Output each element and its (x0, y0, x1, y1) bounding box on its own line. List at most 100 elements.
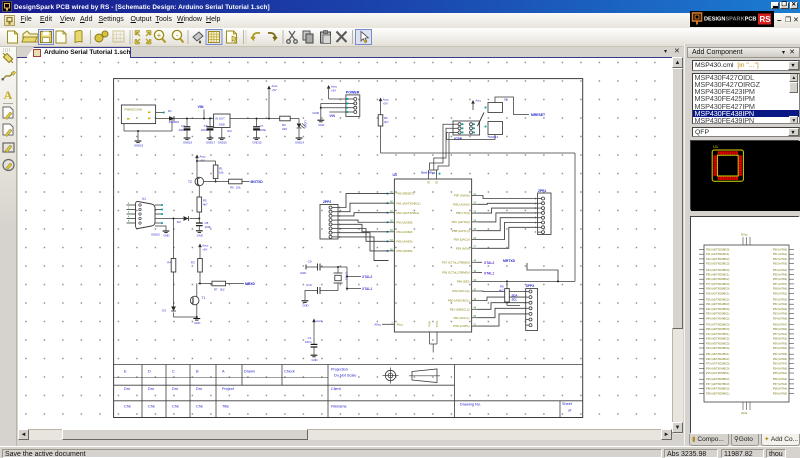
svg-text:Filename: Filename (331, 405, 347, 409)
svg-text:P59 (A/TA1): P59 (A/TA1) (773, 291, 787, 295)
svg-text:Drn: Drn (148, 387, 154, 391)
svg-text:P58 (A/TA4): P58 (A/TA4) (773, 387, 787, 391)
svg-text:4k7: 4k7 (499, 289, 504, 293)
svg-text:of: of (568, 409, 572, 413)
svg-text:T1: T1 (202, 296, 206, 300)
svg-text:P50 (A/TA2): P50 (A/TA2) (773, 298, 787, 302)
svg-text:GND: GND (312, 111, 320, 115)
svg-text:Check: Check (284, 370, 295, 374)
svg-text:P66 (A6/TXD6/BC2): P66 (A6/TXD6/BC2) (706, 277, 729, 281)
svg-text:GND: GND (318, 123, 324, 127)
svg-text:P15 (A1/TXD5/BC1): P15 (A1/TXD5/BC1) (706, 371, 729, 375)
svg-text:GND15: GND15 (253, 141, 262, 145)
svg-text:P5B (A3/TL)(I: P5B (A3/TL)(I (452, 229, 470, 233)
svg-text:P64 (A6/TXD4/BC2): P64 (A6/TXD4/BC2) (706, 316, 729, 320)
svg-text:P11 (A1/TXD1/BC1): P11 (A1/TXD1/BC1) (706, 252, 729, 256)
svg-text:XTAL2: XTAL2 (362, 275, 372, 279)
svg-text:D3: D3 (162, 309, 166, 313)
svg-text:2PP3: 2PP3 (526, 284, 534, 288)
svg-text:AVcc: AVcc (374, 322, 381, 326)
svg-text:VIN: VIN (198, 105, 204, 109)
svg-text:P75 (A7/TXD5/BC3): P75 (A7/TXD5/BC3) (706, 323, 729, 327)
svg-text:100u: 100u (260, 128, 267, 132)
svg-text:Avcc: Avcc (316, 319, 323, 323)
svg-text:P55 (A/TA1): P55 (A/TA1) (773, 371, 787, 375)
svg-text:+5V: +5V (331, 88, 336, 92)
svg-text:P17 (A1/TXD7/BC1): P17 (A1/TXD7/BC1) (706, 332, 729, 336)
svg-text:P00 (A0/TXD0/BC0): P00 (A0/TXD0/BC0) (706, 248, 729, 252)
svg-text:GND16: GND16 (218, 141, 227, 145)
svg-text:P58 (A/TA2): P58 (A/TA2) (773, 337, 787, 341)
svg-text:P28 (A2/TXD8/BC2): P28 (A2/TXD8/BC2) (706, 337, 729, 341)
svg-text:P58 (A/TA0): P58 (A/TA0) (773, 287, 787, 291)
svg-text:P55 (A/TA7): P55 (A/TA7) (773, 323, 787, 327)
svg-text:IC2: IC2 (227, 129, 232, 133)
svg-text:T2: T2 (188, 180, 192, 184)
svg-text:Projection: Projection (331, 368, 348, 372)
svg-text:D2: D2 (177, 220, 181, 224)
svg-text:VIN: VIN (329, 114, 335, 118)
svg-text:P53 (A/TA7): P53 (A/TA7) (773, 362, 787, 366)
svg-text:ICSP: ICSP (454, 137, 463, 141)
svg-text:MRESET: MRESET (531, 113, 546, 117)
svg-text:P64 (A3/D2): P64 (A3/D2) (397, 230, 413, 234)
svg-text:P51 (A/TA3): P51 (A/TA3) (773, 302, 787, 306)
svg-text:+: + (157, 31, 162, 40)
svg-text:RS: RS (760, 15, 772, 24)
svg-text:100n: 100n (201, 128, 208, 132)
svg-text:1N4004: 1N4004 (169, 120, 180, 124)
svg-text:-: - (176, 31, 179, 40)
svg-text:C: C (172, 370, 175, 374)
svg-text:P6A (SCLKp): P6A (SCLKp) (452, 289, 469, 293)
svg-text:10k: 10k (219, 171, 224, 175)
svg-text:P40 (A4/TXD0/BC0): P40 (A4/TXD0/BC0) (706, 346, 729, 350)
svg-text:P60 (RESET): P60 (RESET) (397, 192, 415, 196)
svg-text:Drn: Drn (124, 387, 130, 391)
svg-text:+5V: +5V (272, 88, 277, 92)
svg-text:P61 (A0/TX0/BCL): P61 (A0/TX0/BCL) (397, 201, 421, 205)
svg-text:2k2: 2k2 (220, 288, 225, 292)
svg-text:P37 (A3/TXD7/BC3): P37 (A3/TXD7/BC3) (706, 382, 729, 386)
svg-text:Gnd DVcc: Gnd DVcc (421, 171, 436, 175)
svg-text:P50 (A/TA0): P50 (A/TA0) (773, 248, 787, 252)
svg-text:MRTXD: MRTXD (503, 259, 516, 263)
svg-text:AVss: AVss (428, 321, 432, 328)
svg-text:Chk: Chk (172, 405, 179, 409)
svg-text:XTAL1: XTAL1 (484, 271, 494, 275)
svg-text:P62 (A0/TX/SDA): P62 (A0/TX/SDA) (397, 211, 420, 215)
svg-text:P56 (A/TA0): P56 (A/TA0) (773, 327, 787, 331)
svg-text:P59 (A5/TXD9/BC1): P59 (A5/TXD9/BC1) (706, 391, 729, 395)
svg-text:R4: R4 (167, 261, 171, 265)
svg-text:A: A (4, 88, 13, 102)
svg-text:AVcc: AVcc (397, 322, 404, 326)
svg-text:GND13: GND13 (489, 135, 498, 139)
svg-text:P04 (A0/TXD4/BC0): P04 (A0/TXD4/BC0) (706, 366, 729, 370)
svg-text:GND18: GND18 (134, 144, 143, 148)
svg-text:P44 (A4/TXD4/BC0): P44 (A4/TXD4/BC0) (706, 268, 729, 272)
svg-text:220: 220 (282, 127, 287, 131)
svg-text:Sheet: Sheet (562, 402, 573, 406)
svg-text:P55 (A/TA5): P55 (A/TA5) (773, 273, 787, 277)
svg-text:P5A (DAC)(I: P5A (DAC)(I (454, 238, 470, 242)
svg-text:GND: GND (219, 123, 225, 127)
svg-text:P51 (A/TA1): P51 (A/TA1) (773, 252, 787, 256)
svg-text:P31 (A3/TXD1/BC3): P31 (A3/TXD1/BC3) (706, 302, 729, 306)
svg-text:P57 OCTxL2/TBMD(I: P57 OCTxL2/TBMD(I (442, 260, 470, 264)
svg-text:R7: R7 (214, 288, 218, 292)
svg-text:P57 (A/TA1): P57 (A/TA1) (773, 332, 787, 336)
svg-text:R3: R3 (191, 261, 195, 265)
svg-text:P39 (A3/TXD9/BC3): P39 (A3/TXD9/BC3) (706, 341, 729, 345)
svg-text:IN OUT: IN OUT (215, 116, 225, 120)
svg-text:LED1: LED1 (304, 121, 308, 129)
svg-text:P5F (IN/H)(I: P5F (IN/H)(I (454, 194, 470, 198)
svg-text:P54 (A/TA4): P54 (A/TA4) (773, 268, 787, 272)
svg-text:P77 (A7/TXD7/BC3): P77 (A7/TXD7/BC3) (706, 282, 729, 286)
svg-text:P6N (COPL): P6N (COPL) (453, 324, 469, 328)
svg-text:P65 (A4/D3): P65 (A4/D3) (397, 239, 413, 243)
svg-text:2PP2: 2PP2 (323, 200, 331, 204)
svg-text:2PP1: 2PP1 (538, 189, 546, 193)
svg-text:100u: 100u (178, 128, 185, 132)
svg-text:P59 (A/TA3): P59 (A/TA3) (773, 341, 787, 345)
svg-text:P61 (SCL/L): P61 (SCL/L) (454, 316, 470, 320)
svg-text:P08 (A0/TXD8/BC0): P08 (A0/TXD8/BC0) (706, 287, 729, 291)
